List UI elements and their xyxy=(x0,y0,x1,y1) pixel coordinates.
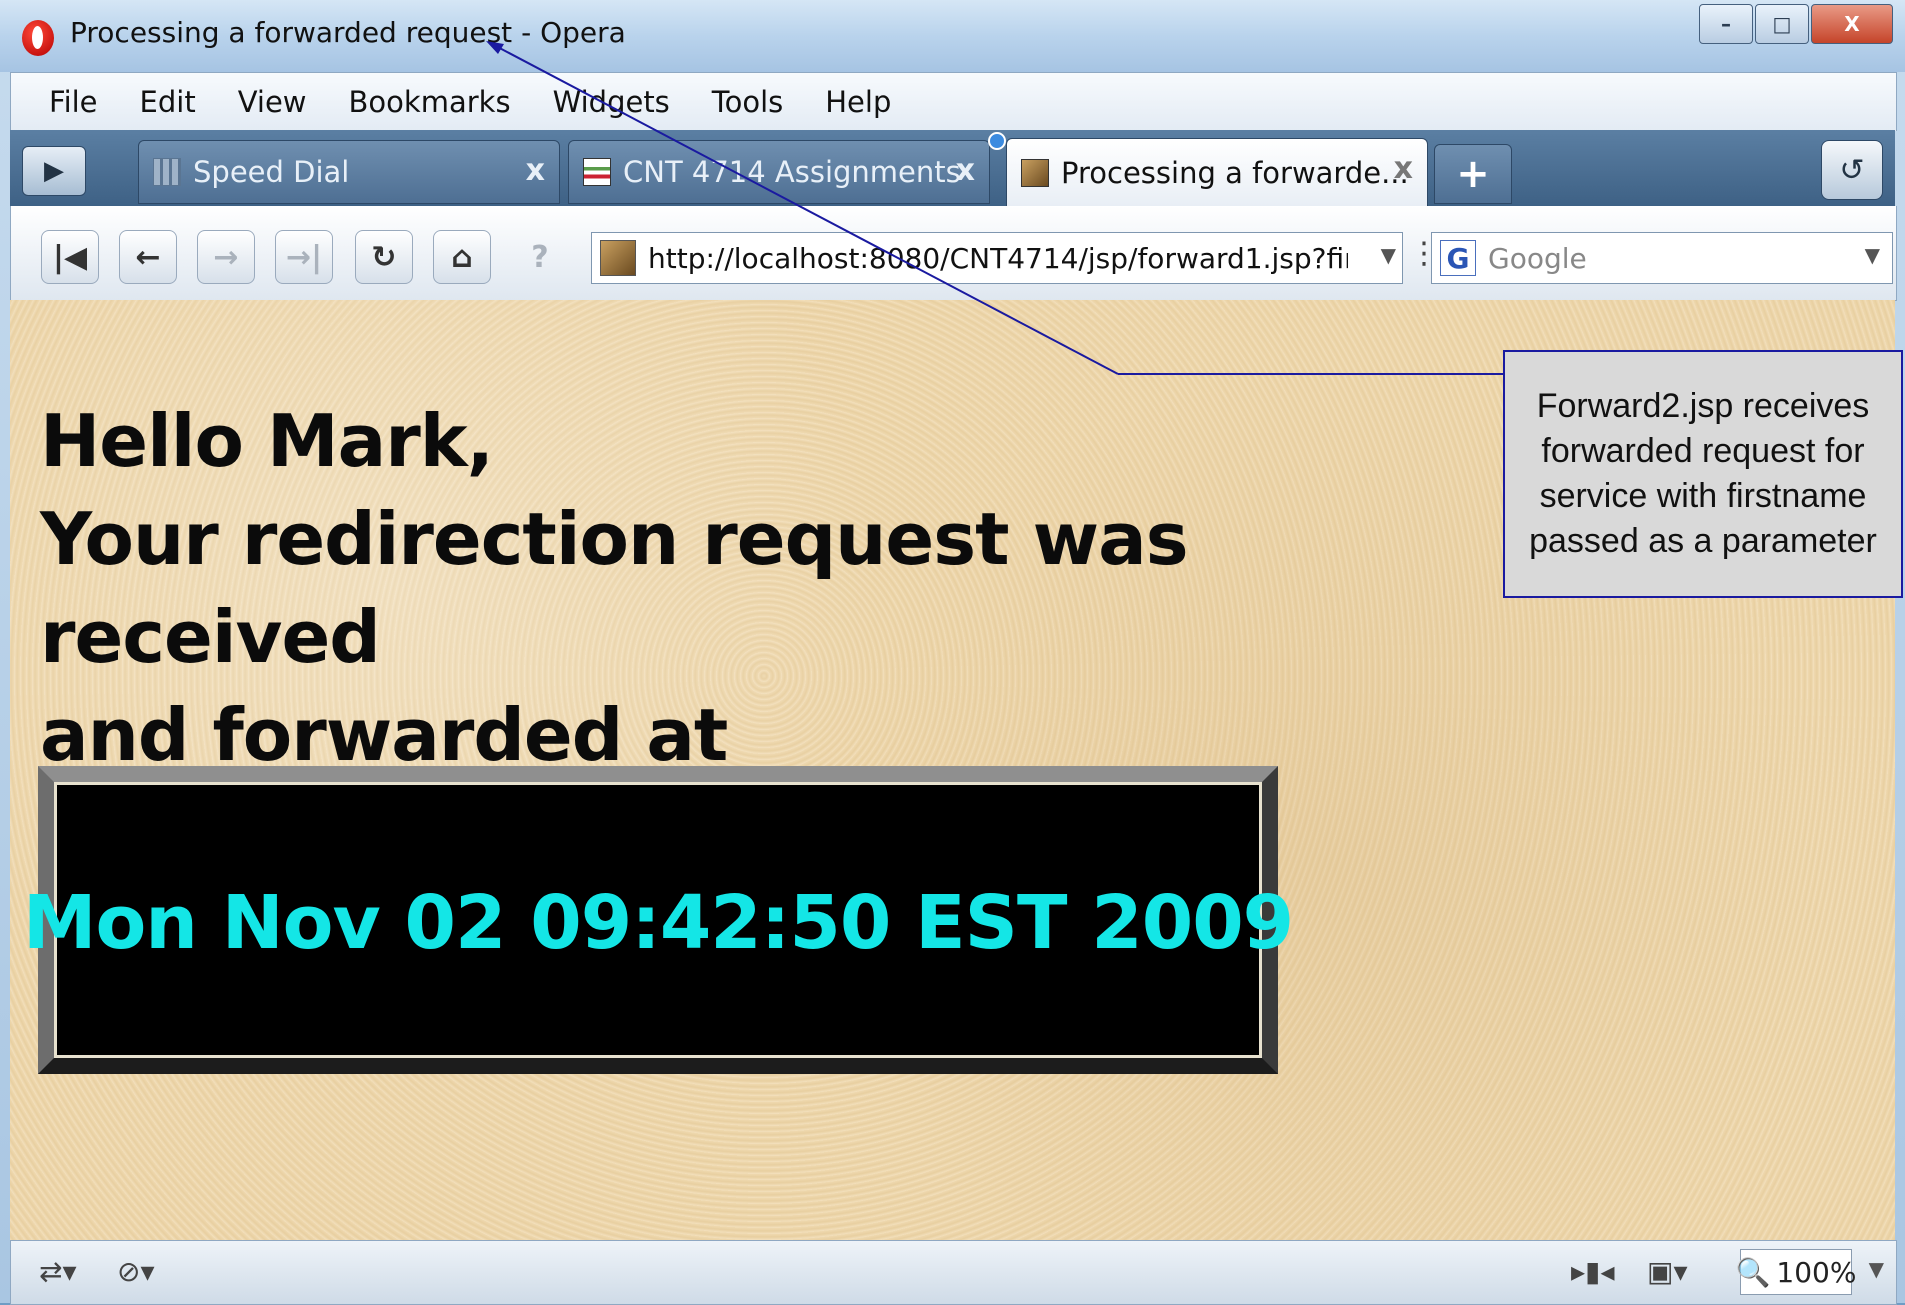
page-icon xyxy=(583,158,611,186)
menu-help[interactable]: Help xyxy=(821,85,895,119)
turbo-icon[interactable]: ⇄▾ xyxy=(39,1255,77,1288)
greeting-heading: Hello Mark, Your redirection request was… xyxy=(40,392,1490,784)
opera-logo-icon xyxy=(22,20,54,56)
tab-label: CNT 4714 Assignments xyxy=(623,155,961,189)
panel-toggle-button[interactable]: ▶ xyxy=(22,146,86,196)
tab-close-icon[interactable]: x xyxy=(1394,151,1413,186)
menu-bar: File Edit View Bookmarks Widgets Tools H… xyxy=(10,72,1897,131)
zoom-field[interactable]: 🔍 100% xyxy=(1736,1249,1856,1295)
panel-toggle-icon: ▶ xyxy=(44,156,64,186)
annotation-callout: Forward2.jsp receives forwarded request … xyxy=(1503,350,1903,598)
url-text[interactable]: http://localhost:8080/CNT4714/jsp/forwar… xyxy=(648,242,1348,275)
tab-label: Processing a forwarde... xyxy=(1061,156,1409,190)
menu-file[interactable]: File xyxy=(45,85,102,119)
rewind-button[interactable]: |◀ xyxy=(41,230,99,284)
info-icon: ? xyxy=(531,239,549,275)
maximize-button[interactable]: □ xyxy=(1755,4,1809,44)
browser-window: Processing a forwarded request - Opera –… xyxy=(0,0,1905,1305)
chevron-down-icon[interactable]: ▼ xyxy=(1869,1257,1884,1281)
chevron-down-icon[interactable]: ▼ xyxy=(1865,243,1880,267)
timestamp-inner: Mon Nov 02 09:42:50 EST 2009 xyxy=(23,782,1294,1058)
tab-close-icon[interactable]: x xyxy=(526,153,545,188)
home-button[interactable]: ⌂ xyxy=(433,230,491,284)
timestamp-text: Mon Nov 02 09:42:50 EST 2009 xyxy=(22,880,1294,966)
menu-bookmarks[interactable]: Bookmarks xyxy=(345,85,515,119)
closed-tabs-button[interactable]: ↺ xyxy=(1821,140,1883,200)
address-field[interactable]: http://localhost:8080/CNT4714/jsp/forwar… xyxy=(591,232,1403,284)
site-info-button[interactable]: ? xyxy=(511,230,569,284)
tab-indicator-dot xyxy=(988,132,1006,150)
site-favicon-icon xyxy=(600,240,636,276)
window-controls: – □ X xyxy=(1699,4,1893,44)
tab-cnt4714-assignments[interactable]: CNT 4714 Assignments x xyxy=(568,140,990,204)
new-tab-button[interactable]: + xyxy=(1434,144,1512,204)
menu-view[interactable]: View xyxy=(234,85,311,119)
close-button[interactable]: X xyxy=(1811,4,1893,44)
greeting-line-1: Hello Mark, xyxy=(40,399,494,483)
chevron-down-icon[interactable]: ▼ xyxy=(1381,243,1396,267)
window-title: Processing a forwarded request - Opera xyxy=(70,16,626,49)
tab-bar: ▶ Speed Dial x CNT 4714 Assignments x Pr… xyxy=(10,130,1895,208)
images-icon[interactable]: ▣▾ xyxy=(1647,1255,1688,1288)
tab-speed-dial[interactable]: Speed Dial x xyxy=(138,140,560,204)
home-icon: ⌂ xyxy=(451,239,473,275)
fast-forward-button[interactable]: →| xyxy=(275,230,333,284)
search-field[interactable]: G Google ▼ xyxy=(1431,232,1893,284)
reload-button[interactable]: ↻ xyxy=(355,230,413,284)
rewind-icon: |◀ xyxy=(52,239,88,275)
fast-forward-icon: →| xyxy=(285,239,323,275)
menu-edit[interactable]: Edit xyxy=(136,85,200,119)
back-arrow-icon: ← xyxy=(135,239,161,275)
menu-tools[interactable]: Tools xyxy=(708,85,787,119)
menu-widgets[interactable]: Widgets xyxy=(549,85,674,119)
back-button[interactable]: ← xyxy=(119,230,177,284)
status-bar: ⇄▾ ⊘▾ ▸▮◂ ▣▾ 🔍 100% ▼ xyxy=(10,1240,1897,1305)
speed-dial-icon xyxy=(153,158,181,186)
title-bar: Processing a forwarded request - Opera –… xyxy=(0,0,1905,72)
google-icon[interactable]: G xyxy=(1440,240,1476,276)
tab-processing-forwarded[interactable]: Processing a forwarde... x xyxy=(1006,138,1428,208)
forward-button[interactable]: → xyxy=(197,230,255,284)
address-toolbar: |◀ ← → →| ↻ ⌂ ? http://localhost:8080/CN… xyxy=(10,206,1897,301)
greeting-line-2: Your redirection request was received xyxy=(40,497,1189,679)
search-placeholder[interactable]: Google xyxy=(1488,242,1587,275)
tab-close-icon[interactable]: x xyxy=(956,153,975,188)
unite-icon[interactable]: ⊘▾ xyxy=(117,1255,155,1288)
tab-label: Speed Dial xyxy=(193,155,350,189)
annotation-text: Forward2.jsp receives forwarded request … xyxy=(1529,387,1877,560)
reload-icon: ↻ xyxy=(371,239,397,275)
minimize-button[interactable]: – xyxy=(1699,4,1753,44)
plus-icon: + xyxy=(1456,151,1490,197)
magnifier-icon: 🔍 xyxy=(1735,1255,1771,1289)
trash-restore-icon: ↺ xyxy=(1839,152,1865,188)
zoom-value: 100% xyxy=(1776,1255,1857,1289)
forward-arrow-icon: → xyxy=(213,239,239,275)
timestamp-box: Mon Nov 02 09:42:50 EST 2009 xyxy=(23,766,1294,1074)
site-icon xyxy=(1021,159,1049,187)
page-view-icon[interactable]: ▸▮◂ xyxy=(1571,1255,1615,1288)
greeting-line-3: and forwarded at xyxy=(40,693,728,777)
